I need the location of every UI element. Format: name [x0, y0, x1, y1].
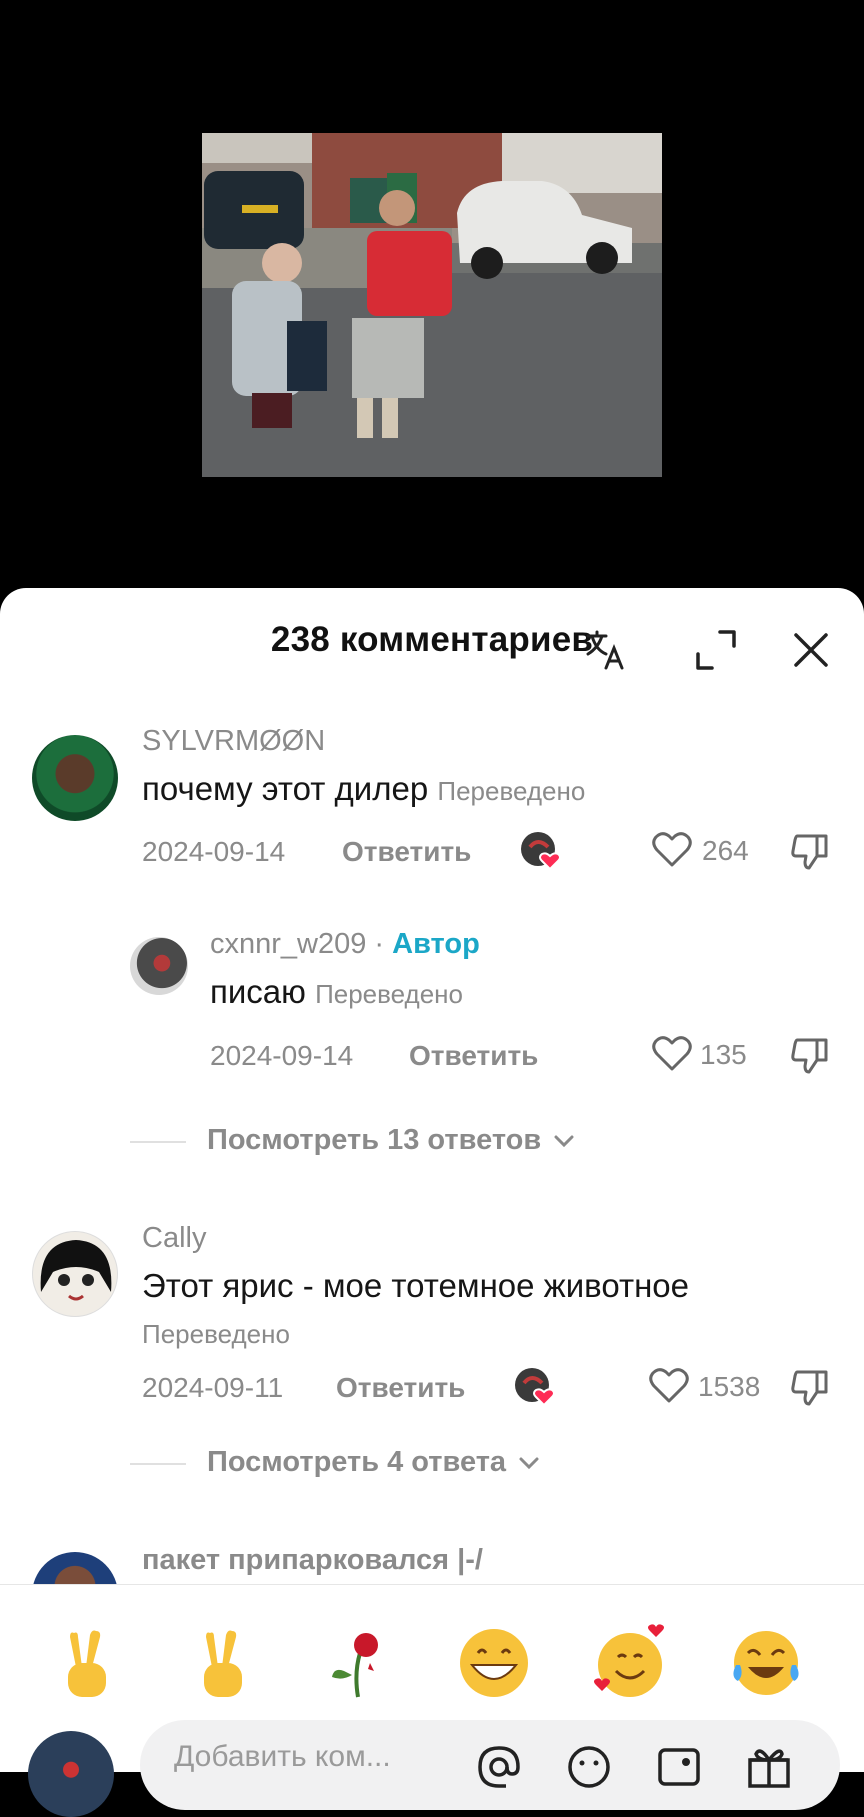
mention-icon[interactable] — [474, 1742, 524, 1792]
dislike-icon[interactable] — [789, 830, 831, 872]
comment-username[interactable]: пакет припарковался |-/ — [142, 1544, 483, 1577]
smiling-face-with-hearts-icon[interactable] — [590, 1623, 670, 1703]
avatar[interactable] — [32, 735, 118, 821]
creator-liked-icon — [521, 832, 561, 871]
view-replies-button[interactable]: Посмотреть 4 ответа — [207, 1446, 540, 1479]
reply-body: писаю — [210, 973, 306, 1010]
video-player[interactable] — [0, 0, 864, 600]
like-heart-icon[interactable] — [651, 1033, 693, 1073]
reply-username: cxnnr_w209 · Автор — [210, 928, 480, 961]
like-heart-icon[interactable] — [651, 829, 693, 869]
close-icon[interactable] — [789, 628, 833, 672]
like-count: 1538 — [698, 1371, 761, 1402]
comment-body: Этот ярис - мое тотемное животное — [142, 1267, 690, 1304]
like-count: 135 — [700, 1039, 747, 1070]
avatar[interactable] — [130, 937, 188, 995]
like-heart-icon[interactable] — [648, 1365, 690, 1405]
grinning-face-icon[interactable] — [454, 1623, 534, 1703]
video-scene-image — [202, 133, 662, 477]
avatar-image — [40, 1240, 112, 1301]
wilted-rose-icon[interactable] — [318, 1623, 398, 1703]
comment-body: почему этот дилер — [142, 770, 429, 807]
view-replies-button[interactable]: Посмотреть 13 ответов — [207, 1124, 575, 1157]
reply-button[interactable]: Ответить — [336, 1372, 465, 1404]
chevron-down-icon — [554, 1135, 574, 1148]
chevron-down-icon — [519, 1457, 539, 1470]
comment-text: почему этот дилер Переведено — [142, 770, 585, 808]
comment-input[interactable]: Добавить ком... — [140, 1720, 840, 1810]
author-separator: · — [366, 928, 393, 960]
dislike-icon[interactable] — [789, 1366, 831, 1408]
expand-icon[interactable] — [694, 628, 738, 672]
comment-date: 2024-09-14 — [142, 836, 286, 867]
comment-input-placeholder: Добавить ком... — [174, 1740, 391, 1773]
reply-button[interactable]: Ответить — [409, 1040, 538, 1072]
comment-composer-bar: Добавить ком... — [0, 1584, 864, 1817]
reply-button[interactable]: Ответить — [342, 836, 471, 868]
comment-username[interactable]: SYLVRMØØN — [142, 725, 325, 758]
comment-date: 2024-09-11 — [142, 1372, 284, 1403]
victory-hand-icon[interactable] — [182, 1623, 262, 1703]
tears-of-joy-icon[interactable] — [726, 1623, 806, 1703]
divider-line — [130, 1463, 186, 1465]
translated-label[interactable]: Переведено — [142, 1319, 290, 1350]
gift-icon[interactable] — [744, 1742, 794, 1792]
reply-text: писаю Переведено — [210, 973, 463, 1011]
reply-date: 2024-09-14 — [210, 1040, 354, 1071]
creator-liked-icon — [515, 1368, 555, 1407]
image-icon[interactable] — [654, 1742, 704, 1792]
translate-icon[interactable] — [584, 628, 628, 672]
avatar[interactable] — [32, 1231, 118, 1317]
view-replies-label: Посмотреть 13 ответов — [207, 1124, 542, 1156]
translated-label[interactable]: Переведено — [437, 776, 585, 806]
comment-username[interactable]: Cally — [142, 1222, 206, 1255]
my-avatar[interactable] — [28, 1731, 114, 1817]
victory-hand-icon[interactable] — [46, 1623, 126, 1703]
translated-label[interactable]: Переведено — [315, 979, 463, 1009]
dislike-icon[interactable] — [789, 1034, 831, 1076]
like-count: 264 — [702, 835, 749, 866]
video-thumbnail[interactable] — [202, 133, 662, 477]
reply-username-text[interactable]: cxnnr_w209 — [210, 928, 366, 960]
view-replies-label: Посмотреть 4 ответа — [207, 1446, 507, 1478]
divider-line — [130, 1141, 186, 1143]
author-badge: Автор — [392, 928, 480, 960]
emoji-picker-icon[interactable] — [564, 1742, 614, 1792]
